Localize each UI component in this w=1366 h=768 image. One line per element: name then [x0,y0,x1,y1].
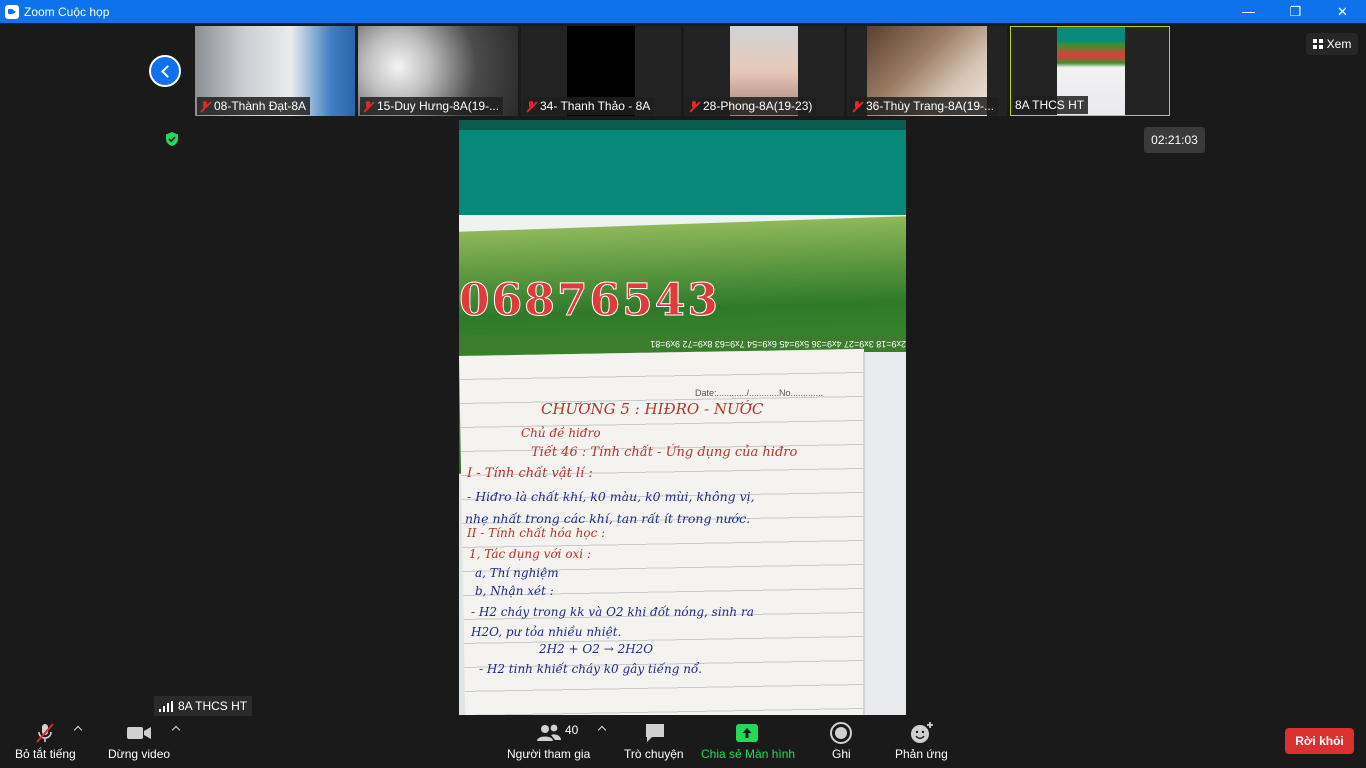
participants-icon [537,724,561,741]
poster-digit: 7 [556,275,588,327]
handwritten-line: - Hiđro là chất khí, k0 màu, k0 mùi, khô… [467,489,755,504]
handwritten-line: 1, Tác dụng với oxi : [469,547,592,561]
leave-meeting-button[interactable]: Rời khỏi [1285,728,1354,754]
handwritten-line: H2O, pư tỏa nhiều nhiệt. [471,625,622,639]
video-camera-icon [127,727,151,739]
participant-name-tag: 28-Phong-8A(19-23) [686,97,817,115]
handwritten-line: nhẹ nhất trong các khí, tan rất ít trong… [465,511,751,526]
participant-name-tag: 08-Thành Đạt-8A [197,97,311,115]
active-speaker-video: 0 6 8 7 6 5 4 3 2x9=18 3x9=27 4x9=36 5x9… [459,120,906,715]
signal-strength-icon [159,700,173,712]
handwritten-line: - H2 tinh khiết cháy k0 gây tiếng nổ. [479,662,703,676]
handwritten-line: - H2 cháy trong kk và O2 khi đốt nóng, s… [471,605,754,619]
participant-name-tag: 36-Thùy Trang-8A(19-... [849,97,999,115]
multiplication-poster-numbers: 0 6 8 7 6 5 4 3 [459,275,906,327]
handwritten-line: II - Tính chất hóa học : [467,526,606,540]
video-background [459,120,906,215]
poster-digit: 5 [622,275,654,327]
chat-bubble-icon [646,724,664,742]
video-background [459,120,906,130]
participant-tile[interactable]: 28-Phong-8A(19-23) [684,26,844,116]
chat-label: Trò chuyện [624,747,684,761]
share-screen-icon [736,724,758,742]
poster-digit: 0 [459,275,490,327]
previous-page-button[interactable] [149,55,181,87]
stop-video-button[interactable]: Dừng video [104,717,176,768]
view-button-label: Xem [1326,37,1352,51]
minimize-button[interactable]: — [1225,0,1272,23]
participant-name: 36-Thùy Trang-8A(19-... [866,99,995,113]
chevron-up-icon[interactable] [597,725,607,735]
chevron-left-icon [160,64,174,78]
participant-name: 34- Thanh Thảo - 8A [540,99,651,113]
participant-tile[interactable]: 15-Duy Hưng-8A(19-... [358,26,518,116]
poster-digit: 8 [524,275,556,327]
self-name-tag: 8A THCS HT [154,696,253,716]
chat-button[interactable]: Trò chuyện [620,717,690,768]
close-button[interactable]: ✕ [1319,0,1366,23]
mic-muted-icon [36,723,54,743]
share-screen-button[interactable]: Chia sẻ Màn hình [697,717,797,768]
mic-muted-icon [362,100,374,112]
unmute-label: Bỏ tắt tiếng [15,747,76,761]
participants-button[interactable]: 40 Người tham gia [502,717,594,768]
participant-tile-active[interactable]: 8A THCS HT [1010,26,1170,116]
participant-name: 08-Thành Đạt-8A [214,99,307,113]
participant-name-tag: 15-Duy Hưng-8A(19-... [360,97,504,115]
maximize-button[interactable]: ❐ [1272,0,1319,23]
handwritten-line: Chủ đề hiđro [521,426,601,440]
poster-digit: 4 [654,275,686,327]
participant-tile[interactable]: 36-Thùy Trang-8A(19-... [847,26,1007,116]
participant-tile[interactable]: 08-Thành Đạt-8A [195,26,355,116]
poster-digit: 6 [491,275,523,327]
participant-name-tag: 34- Thanh Thảo - 8A [523,97,655,115]
poster-digit: 6 [589,275,621,327]
stop-video-label: Dừng video [108,747,171,761]
smiley-add-icon [911,722,933,743]
notebook-date-label: Date:............/............No........… [695,388,824,398]
notebook-page-right [863,352,906,715]
reactions-button[interactable]: Phản ứng [890,717,952,768]
mic-muted-icon [851,100,863,112]
record-button[interactable]: Ghi [818,717,864,768]
window-controls: — ❐ ✕ [1225,0,1366,23]
grid-view-icon [1312,39,1323,49]
unmute-button[interactable]: Bỏ tắt tiếng [10,717,80,768]
reactions-label: Phản ứng [895,747,948,761]
zoom-meeting-window: Zoom Cuộc họp — ❐ ✕ 08-Thành Đạt-8A 15-D… [0,0,1366,768]
participant-tile[interactable]: 34- Thanh Thảo - 8A [521,26,681,116]
poster-digit: 3 [687,275,719,327]
mic-muted-icon [199,100,211,112]
participant-name: 15-Duy Hưng-8A(19-... [377,99,500,113]
handwritten-line: 2H2 + O2 → 2H2O [539,642,654,656]
handwritten-line: I - Tính chất vật lí : [467,466,593,481]
meeting-timer: 02:21:03 [1144,127,1205,153]
encryption-shield-icon[interactable] [164,131,180,147]
record-label: Ghi [832,747,851,761]
window-title: Zoom Cuộc họp [24,4,110,19]
meeting-toolbar: Bỏ tắt tiếng Dừng video 40 Người tham gi… [0,717,1366,768]
record-icon [830,722,852,744]
participant-name: 28-Phong-8A(19-23) [703,99,813,113]
handwritten-line: CHƯƠNG 5 : HIĐRO - NƯỚC [541,400,764,418]
zoom-logo-icon [5,4,19,19]
participants-label: Người tham gia [507,747,591,761]
mic-muted-icon [525,100,537,112]
participant-name: 8A THCS HT [1015,98,1085,112]
mic-muted-icon [688,100,700,112]
handwritten-line: b, Nhận xét : [475,584,554,598]
title-bar: Zoom Cuộc họp — ❐ ✕ [0,0,1366,23]
participants-count: 40 [565,723,579,737]
view-button[interactable]: Xem [1306,33,1358,55]
participant-name-tag: 8A THCS HT [1013,96,1089,114]
self-name: 8A THCS HT [178,699,248,713]
handwritten-line: a, Thí nghiệm [475,566,559,580]
handwritten-line: Tiết 46 : Tính chất - Ứng dụng của hiđro [531,445,798,460]
share-screen-label: Chia sẻ Màn hình [701,747,796,761]
